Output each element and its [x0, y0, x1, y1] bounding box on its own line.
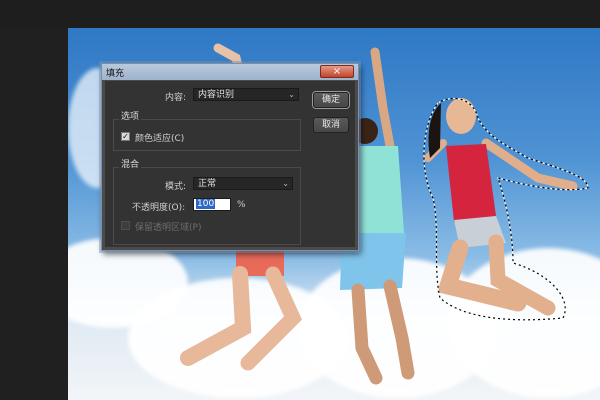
- color-adapt-label: 颜色适应(C): [135, 134, 185, 144]
- options-group-title: 选项: [119, 109, 142, 122]
- check-icon: ✓: [122, 132, 129, 141]
- preserve-transparency-label: 保留透明区域(P): [135, 223, 202, 233]
- chevron-down-icon: ⌄: [288, 90, 295, 99]
- chevron-down-icon: ⌄: [282, 179, 289, 188]
- person-right: [423, 97, 589, 321]
- dialog-title: 填充: [106, 69, 125, 79]
- mode-select-value: 正常: [198, 179, 217, 189]
- opacity-value: 100: [196, 199, 216, 209]
- opacity-label: 不透明度(O):: [132, 203, 186, 213]
- close-icon: ×: [332, 66, 342, 77]
- ok-button-label: 确定: [321, 95, 340, 105]
- close-button[interactable]: ×: [320, 65, 354, 78]
- content-label: 内容:: [165, 93, 187, 103]
- mode-label: 模式:: [165, 182, 187, 192]
- cancel-button-label: 取消: [321, 120, 340, 130]
- blend-group-title: 混合: [119, 157, 142, 170]
- opacity-input[interactable]: 100: [193, 198, 231, 211]
- dialog-titlebar[interactable]: 填充 ×: [102, 64, 358, 80]
- color-adapt-checkbox[interactable]: ✓: [121, 132, 130, 141]
- content-select[interactable]: 内容识别 ⌄: [193, 88, 299, 101]
- ok-button[interactable]: 确定: [313, 92, 349, 108]
- mode-select[interactable]: 正常 ⌄: [193, 177, 293, 190]
- preserve-transparency-checkbox[interactable]: [121, 221, 130, 230]
- dialog-body: 内容: 内容识别 ⌄ 确定 取消 选项 ✓ 颜色适应(C) 混合 模式: 正常 …: [105, 81, 355, 247]
- app-top-bar: [0, 0, 600, 28]
- content-select-value: 内容识别: [198, 90, 235, 100]
- cancel-button[interactable]: 取消: [313, 117, 349, 133]
- fill-dialog: 填充 × 内容: 内容识别 ⌄ 确定 取消 选项 ✓ 颜色适应(C) 混合 模式…: [101, 63, 359, 251]
- opacity-unit: %: [237, 200, 246, 210]
